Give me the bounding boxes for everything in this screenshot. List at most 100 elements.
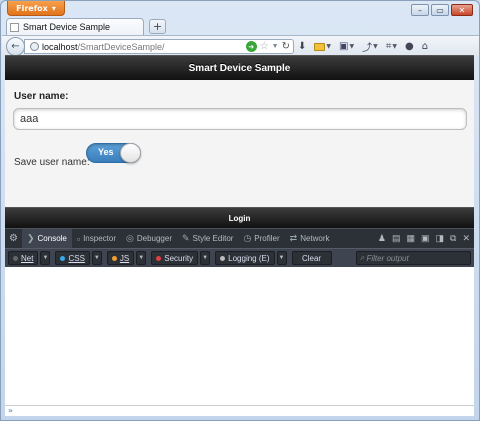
tab-inspector[interactable]: ▫ Inspector: [72, 229, 121, 249]
console-filter-bar: Net ▼ CSS ▼ JS ▼ Security ▼ Logging (E) …: [5, 248, 474, 267]
toolbar-icons: ⬇ ▼ ▣ ▼ ⤴ ▼ ⌗ ▼ ● ⌂: [298, 39, 428, 54]
js-dot-icon: [111, 255, 117, 261]
window-controls: – ▭ ✕: [411, 4, 473, 16]
chevron-down-icon: ▾: [51, 3, 56, 13]
firefox-menu-label: Firefox: [16, 3, 48, 13]
debugger-icon: ◎: [125, 233, 134, 243]
tab-label: Inspector: [83, 234, 116, 243]
url-path: /SmartDeviceSample/: [77, 41, 165, 52]
profiler-icon: ◷: [243, 233, 252, 243]
save-user-name-toggle[interactable]: Yes: [86, 143, 141, 163]
save-user-name-label: Save user name:: [14, 157, 90, 168]
filter-js-label: JS: [119, 253, 130, 263]
style-editor-icon: ✎: [181, 233, 190, 243]
globe-icon: [30, 42, 39, 51]
separate-window-icon[interactable]: ⧉: [450, 233, 456, 244]
tab-profiler[interactable]: ◷ Profiler: [238, 229, 284, 249]
filter-logging-label: Logging (E): [228, 253, 270, 263]
tab-console[interactable]: ❯ Console: [21, 228, 72, 249]
logging-dot-icon: [220, 255, 226, 261]
home-icon[interactable]: ⌂: [422, 41, 428, 52]
page-title: Smart Device Sample: [188, 62, 291, 74]
console-output: [5, 267, 474, 405]
login-button[interactable]: Login: [5, 207, 474, 228]
user-name-input[interactable]: aaa: [13, 108, 467, 130]
search-icon: ⌕: [360, 253, 365, 262]
inspector-icon: ▫: [76, 233, 81, 244]
filter-net-button[interactable]: Net: [8, 251, 39, 265]
network-icon: ⇄: [289, 233, 298, 243]
security-dropdown-icon[interactable]: ▼: [200, 251, 211, 265]
css-dot-icon: [60, 255, 66, 261]
tab-style-editor[interactable]: ✎ Style Editor: [177, 229, 238, 249]
share-button[interactable]: ⤴ ▼: [362, 39, 378, 54]
css-dropdown-icon[interactable]: ▼: [91, 251, 102, 265]
net-dot-icon: [13, 255, 18, 261]
filter-security-button[interactable]: Security: [151, 251, 199, 265]
download-icon[interactable]: ⬇: [298, 41, 306, 52]
tab-title: Smart Device Sample: [23, 22, 111, 32]
bookmarks-button[interactable]: ▼: [314, 42, 331, 51]
js-dropdown-icon[interactable]: ▼: [136, 251, 147, 265]
firefox-menu-button[interactable]: Firefox ▾: [7, 1, 65, 16]
toggle-knob[interactable]: [120, 143, 141, 163]
window-menu-button[interactable]: ▣ ▼: [339, 41, 354, 52]
tab-label: Style Editor: [192, 234, 234, 243]
scratchpad-icon[interactable]: ▦: [406, 233, 415, 244]
page-icon: [10, 22, 19, 32]
page-header: Smart Device Sample: [5, 55, 474, 80]
minimize-button[interactable]: –: [411, 4, 429, 16]
back-button[interactable]: ←: [6, 37, 25, 56]
dock-side-icon[interactable]: ◨: [436, 233, 445, 244]
filter-net-label: Net: [21, 253, 34, 263]
filter-js-button[interactable]: JS: [106, 251, 135, 265]
tab-debugger[interactable]: ◎ Debugger: [121, 229, 177, 249]
crop-button[interactable]: ⌗ ▼: [386, 41, 397, 52]
screenshot-icon[interactable]: ▣: [421, 233, 430, 244]
logging-dropdown-icon[interactable]: ▼: [276, 251, 287, 265]
clear-button[interactable]: Clear: [291, 251, 332, 265]
url-host: localhost: [42, 41, 78, 52]
url-bar[interactable]: localhost/SmartDeviceSample/ ➜ ☆ ▼ ↻: [24, 39, 294, 54]
filter-placeholder: Filter output: [366, 253, 409, 263]
close-devtools-icon[interactable]: ✕: [462, 233, 470, 244]
filter-output-input[interactable]: ⌕ Filter output: [356, 251, 471, 265]
tab-label: Network: [300, 234, 330, 243]
chat-icon[interactable]: ●: [405, 41, 414, 52]
user-name-label: User name:: [14, 91, 69, 102]
security-dot-icon: [156, 255, 162, 261]
star-icon[interactable]: ☆: [260, 41, 269, 52]
pick-element-icon[interactable]: ♟: [378, 233, 386, 244]
console-icon: ❯: [26, 233, 35, 243]
browser-tab[interactable]: Smart Device Sample: [6, 18, 144, 35]
go-icon[interactable]: ➜: [245, 41, 257, 52]
back-arrow-icon: ←: [11, 41, 20, 52]
crop-icon: ⌗: [385, 41, 392, 52]
filter-css-button[interactable]: CSS: [55, 251, 90, 265]
devtools-tabbar: ⚙ ❯ Console ▫ Inspector ◎ Debugger ✎ Style E…: [5, 228, 474, 249]
net-dropdown-icon[interactable]: ▼: [40, 251, 51, 265]
share-icon: ⤴: [362, 43, 373, 54]
login-label: Login: [228, 213, 251, 223]
navigation-bar: localhost/SmartDeviceSample/ ➜ ☆ ▼ ↻ ← ⬇…: [2, 35, 479, 56]
clear-label: Clear: [301, 253, 322, 263]
filter-logging-button[interactable]: Logging (E): [215, 251, 275, 265]
reload-icon[interactable]: ↻: [282, 41, 290, 52]
filter-security-label: Security: [164, 253, 194, 263]
gear-icon[interactable]: ⚙: [5, 233, 22, 244]
maximize-button[interactable]: ▭: [431, 4, 449, 16]
toggle-label: Yes: [98, 147, 114, 157]
tab-label: Debugger: [136, 234, 172, 243]
tab-network[interactable]: ⇄ Network: [285, 229, 335, 249]
page-content: Smart Device Sample User name: aaa Save …: [5, 55, 474, 405]
close-window-button[interactable]: ✕: [451, 4, 473, 16]
new-tab-button[interactable]: +: [149, 19, 166, 34]
folder-icon: [314, 42, 326, 51]
double-chevron-icon: »: [8, 406, 13, 415]
history-dropdown-icon[interactable]: ▼: [272, 43, 279, 50]
devtools-actions: ♟ ▤ ▦ ▣ ◨ ⧉ ✕: [378, 233, 474, 244]
responsive-icon[interactable]: ▤: [392, 233, 401, 244]
window-icon: ▣: [339, 41, 349, 52]
tab-label: Console: [37, 234, 67, 243]
console-command-line[interactable]: »: [5, 405, 474, 416]
